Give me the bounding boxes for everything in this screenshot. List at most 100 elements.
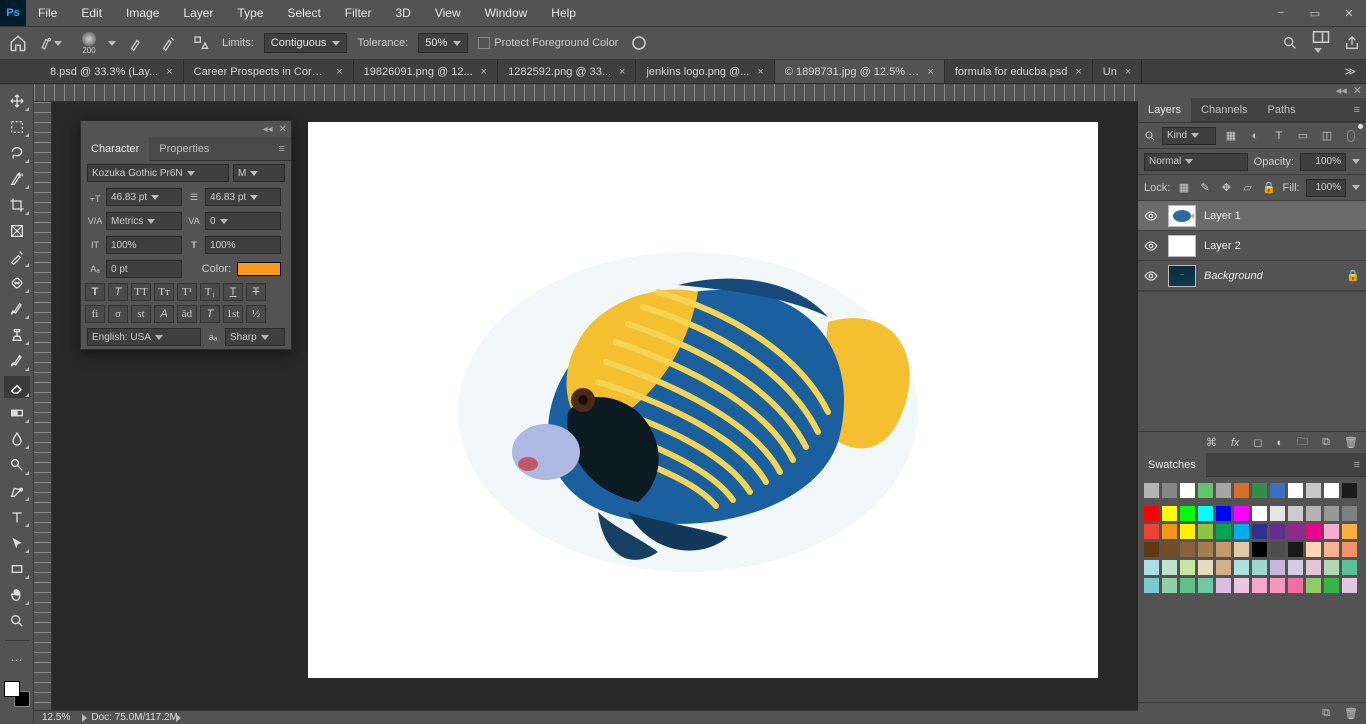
- swatch[interactable]: [1306, 483, 1321, 498]
- menu-view[interactable]: View: [423, 6, 473, 20]
- underline-button[interactable]: T: [223, 283, 243, 301]
- filter-toggle-icon[interactable]: [1342, 127, 1360, 145]
- swatch[interactable]: [1306, 578, 1321, 593]
- document-tab[interactable]: © 1898731.jpg @ 12.5% (Layer 1, RGB/8*) …: [775, 60, 945, 83]
- channels-tab[interactable]: Channels: [1191, 98, 1257, 122]
- character-tab[interactable]: Character: [81, 137, 149, 161]
- collapse-panel-icon[interactable]: ◂◂: [1336, 84, 1347, 98]
- kerning-field[interactable]: Metrics: [106, 212, 182, 230]
- swatch[interactable]: [1270, 506, 1285, 521]
- brush-preview[interactable]: 200: [72, 28, 106, 58]
- document-canvas[interactable]: [308, 122, 1098, 678]
- discretionary-button[interactable]: st: [131, 305, 151, 323]
- new-layer-icon[interactable]: ⧉: [1322, 436, 1330, 449]
- menu-file[interactable]: File: [26, 6, 69, 20]
- layer-row[interactable]: Layer 1: [1138, 201, 1366, 231]
- stylistic-button[interactable]: ād: [177, 305, 197, 323]
- swatch[interactable]: [1252, 483, 1267, 498]
- document-tab[interactable]: formula for educba.psd×: [945, 60, 1093, 83]
- close-panel-icon[interactable]: ✕: [279, 124, 287, 135]
- swatch[interactable]: [1216, 542, 1231, 557]
- link-layers-icon[interactable]: ⌘: [1206, 436, 1217, 449]
- status-menu-icon[interactable]: [176, 714, 181, 722]
- limits-dropdown[interactable]: Contiguous: [264, 33, 348, 53]
- marquee-tool-icon[interactable]: [4, 116, 30, 138]
- swatch[interactable]: [1324, 524, 1339, 539]
- pen-tool-icon[interactable]: [4, 480, 30, 502]
- vert-scale-field[interactable]: 100%: [106, 236, 182, 254]
- panel-menu-icon[interactable]: ≡: [1354, 104, 1360, 116]
- swatch[interactable]: [1144, 560, 1159, 575]
- lock-artboard-icon[interactable]: ▱: [1240, 179, 1255, 197]
- menu-window[interactable]: Window: [473, 6, 540, 20]
- menu-layer[interactable]: Layer: [171, 6, 225, 20]
- swatch[interactable]: [1144, 483, 1159, 498]
- edit-toolbar-icon[interactable]: ⋯: [4, 649, 30, 671]
- swatch[interactable]: [1288, 524, 1303, 539]
- swatch[interactable]: [1324, 578, 1339, 593]
- eyedropper-tool-icon[interactable]: [4, 246, 30, 268]
- swatch[interactable]: [1288, 506, 1303, 521]
- swatches-tab[interactable]: Swatches: [1138, 453, 1206, 477]
- delete-swatch-icon[interactable]: 🗑: [1344, 707, 1358, 720]
- allcaps-button[interactable]: TT: [131, 283, 151, 301]
- collapse-panel-icon[interactable]: ◂◂: [263, 124, 273, 135]
- visibility-icon[interactable]: [1144, 269, 1160, 283]
- new-swatch-icon[interactable]: ⧉: [1322, 707, 1330, 720]
- close-icon[interactable]: ×: [757, 66, 763, 78]
- home-icon[interactable]: [6, 31, 30, 55]
- protect-fg-checkbox[interactable]: Protect Foreground Color: [478, 37, 618, 49]
- font-family-dropdown[interactable]: Kozuka Gothic Pr6N: [87, 164, 229, 182]
- smallcaps-button[interactable]: Tᴛ: [154, 283, 174, 301]
- horiz-scale-field[interactable]: 100%: [205, 236, 281, 254]
- swatch[interactable]: [1144, 578, 1159, 593]
- layer-row[interactable]: ~Background🔒: [1138, 261, 1366, 291]
- swatch[interactable]: [1306, 524, 1321, 539]
- swatch[interactable]: [1270, 524, 1285, 539]
- swatch[interactable]: [1306, 506, 1321, 521]
- document-tab[interactable]: Career Prospects in Corporate Finance.jp…: [184, 60, 354, 83]
- workspace-switcher-icon[interactable]: [1312, 30, 1330, 56]
- swatch[interactable]: [1216, 483, 1231, 498]
- swatch[interactable]: [1270, 560, 1285, 575]
- swatch[interactable]: [1234, 506, 1249, 521]
- swatch[interactable]: [1252, 506, 1267, 521]
- eraser-tool-icon[interactable]: [4, 376, 30, 398]
- type-tool-icon[interactable]: [4, 506, 30, 528]
- swatch[interactable]: [1342, 483, 1357, 498]
- font-size-field[interactable]: 46.83 pt: [106, 188, 182, 206]
- swatch[interactable]: [1198, 506, 1213, 521]
- brush-tool-icon[interactable]: [4, 298, 30, 320]
- swatch[interactable]: [1234, 524, 1249, 539]
- foreground-sampling-icon[interactable]: [126, 32, 148, 54]
- swatch[interactable]: [1234, 483, 1249, 498]
- swatch[interactable]: [1252, 578, 1267, 593]
- hand-tool-icon[interactable]: [4, 584, 30, 606]
- panel-menu-icon[interactable]: ≡: [1354, 459, 1360, 471]
- close-panel-icon[interactable]: ✕: [1353, 84, 1362, 98]
- strikethrough-button[interactable]: T: [246, 283, 266, 301]
- titling-button[interactable]: T: [200, 305, 220, 323]
- swatch[interactable]: [1198, 542, 1213, 557]
- blend-mode-dropdown[interactable]: Normal: [1144, 153, 1248, 171]
- layer-effects-icon[interactable]: fx: [1231, 437, 1240, 449]
- frame-tool-icon[interactable]: [4, 220, 30, 242]
- swatch[interactable]: [1324, 483, 1339, 498]
- menu-image[interactable]: Image: [114, 6, 171, 20]
- subscript-button[interactable]: T₁: [200, 283, 220, 301]
- swatch[interactable]: [1162, 524, 1177, 539]
- swatch[interactable]: [1144, 506, 1159, 521]
- swatch[interactable]: [1180, 524, 1195, 539]
- close-icon[interactable]: ×: [481, 66, 487, 78]
- swatch[interactable]: [1162, 506, 1177, 521]
- filter-adjustment-icon[interactable]: ◐: [1246, 127, 1264, 145]
- swatch[interactable]: [1162, 560, 1177, 575]
- italic-button[interactable]: T: [108, 283, 128, 301]
- baseline-field[interactable]: 0 pt: [106, 260, 182, 278]
- path-selection-tool-icon[interactable]: [4, 532, 30, 554]
- tool-preset-picker-icon[interactable]: [40, 32, 62, 54]
- menu-help[interactable]: Help: [539, 6, 588, 20]
- dodge-tool-icon[interactable]: [4, 454, 30, 476]
- swatch[interactable]: [1342, 560, 1357, 575]
- swatch[interactable]: [1216, 506, 1231, 521]
